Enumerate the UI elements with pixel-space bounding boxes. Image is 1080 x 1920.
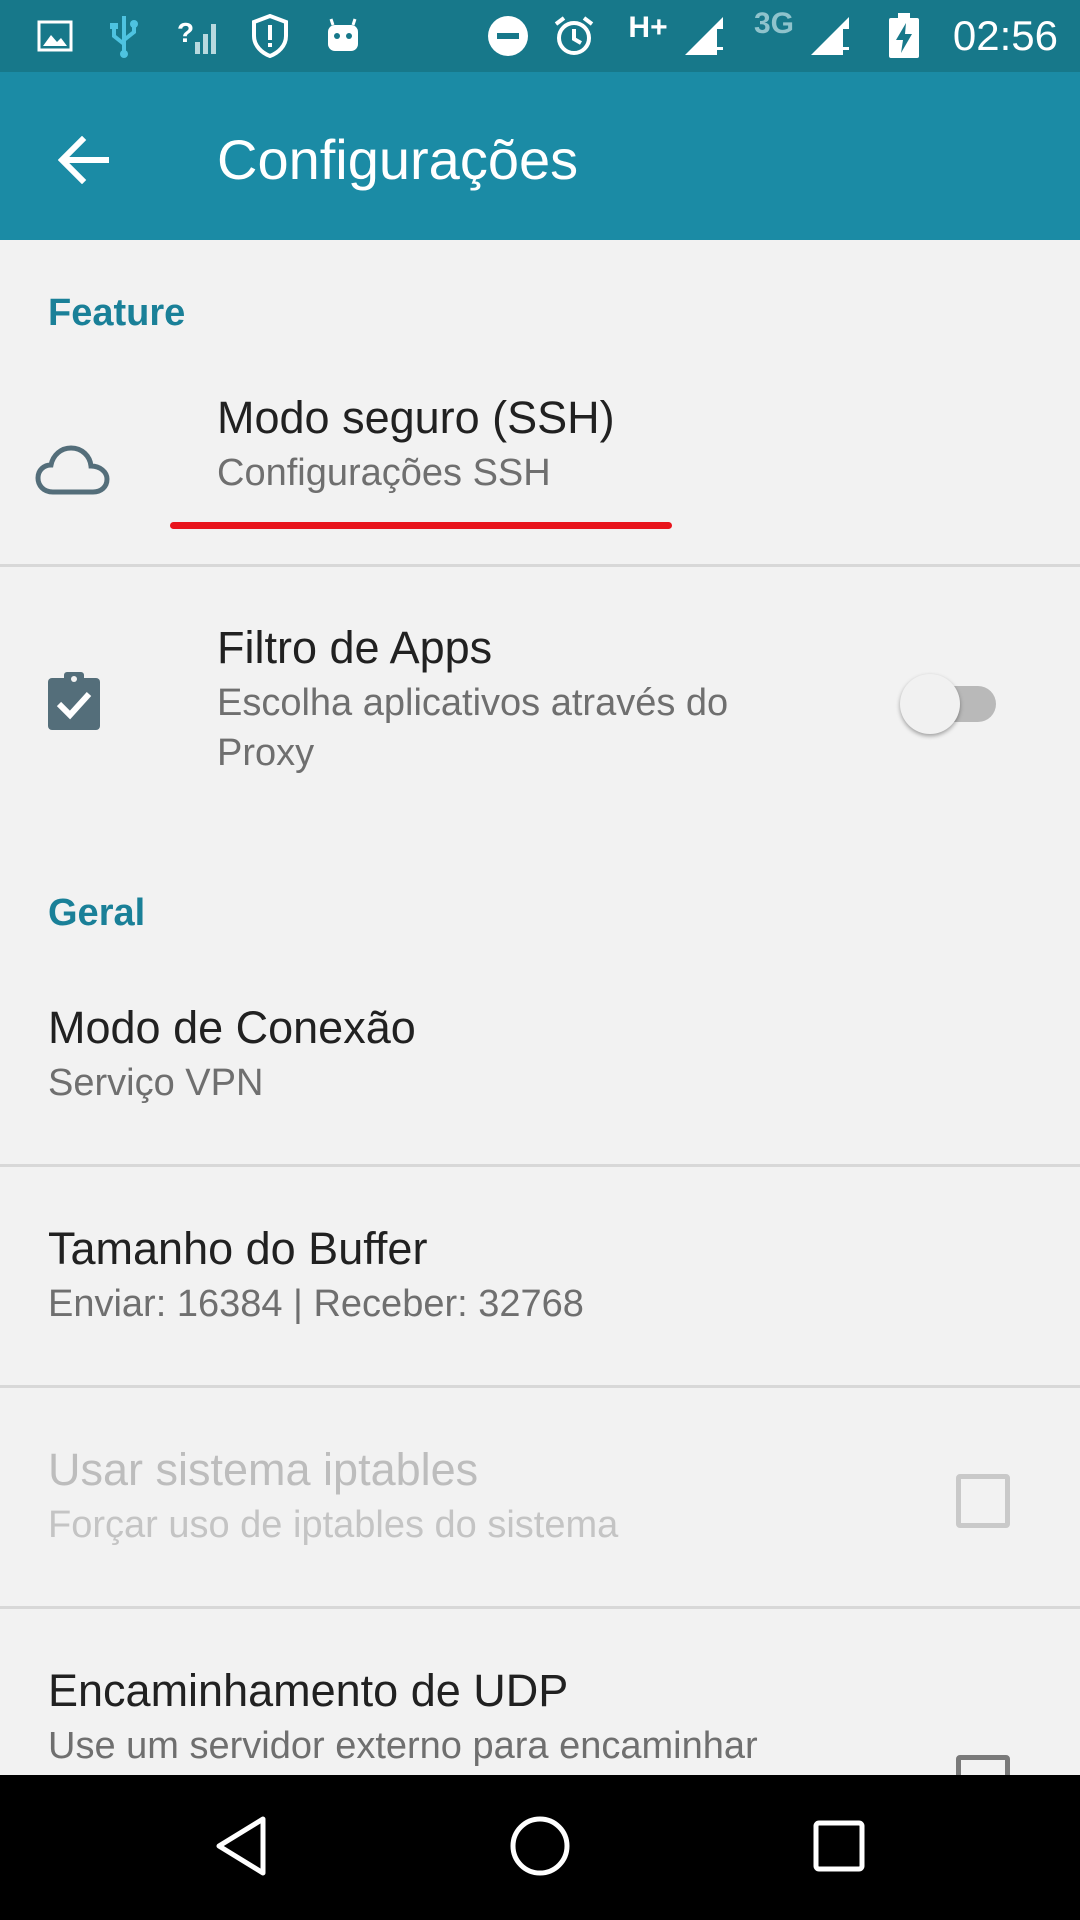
- pref-title: Tamanho do Buffer: [48, 1223, 428, 1274]
- status-bar: ? H+ 3G 02:56: [0, 0, 1080, 72]
- pref-summary: Forçar uso de iptables do sistema: [48, 1504, 619, 1546]
- pref-summary: Escolha aplicativos através do Proxy: [217, 682, 729, 774]
- android-icon: [322, 12, 364, 60]
- udp-forwarding-checkbox[interactable]: [956, 1755, 1010, 1775]
- section-header-general: Geral: [48, 892, 146, 934]
- app-bar: Configurações: [0, 72, 1080, 240]
- divider: [0, 1164, 1080, 1167]
- signal-icon: [808, 12, 856, 60]
- nav-home-button[interactable]: [495, 1803, 585, 1893]
- back-triangle-icon: [213, 1815, 269, 1882]
- nav-recents-button[interactable]: [794, 1803, 884, 1893]
- arrow-back-icon: [57, 135, 110, 189]
- annotation-underline: [170, 522, 672, 529]
- network-type-label-2: 3G: [753, 7, 795, 40]
- back-button[interactable]: [36, 114, 132, 210]
- settings-list[interactable]: Feature Modo seguro (SSH) Configurações …: [0, 240, 1080, 1775]
- divider: [0, 564, 1080, 567]
- pref-connection-mode[interactable]: Modo de Conexão Serviço VPN: [0, 1000, 1080, 1130]
- pref-summary: Use um servidor externo para encaminhar: [48, 1725, 758, 1767]
- signal-icon: [682, 12, 730, 60]
- home-circle-icon: [509, 1815, 571, 1882]
- signal-unknown-icon: ?: [176, 12, 224, 60]
- pref-title: Filtro de Apps: [217, 622, 493, 673]
- divider: [0, 1385, 1080, 1388]
- pref-udp-forwarding[interactable]: Encaminhamento de UDP Use um servidor ex…: [0, 1663, 1080, 1775]
- recents-square-icon: [812, 1819, 866, 1878]
- nav-back-button[interactable]: [196, 1803, 286, 1893]
- network-type-label: H+: [628, 11, 668, 44]
- divider: [0, 1606, 1080, 1609]
- cloud-icon: [34, 440, 112, 500]
- pref-summary: Serviço VPN: [48, 1062, 264, 1104]
- image-icon: [34, 12, 76, 60]
- usb-icon: [104, 12, 144, 60]
- pref-title: Modo seguro (SSH): [217, 392, 615, 443]
- pref-summary: Enviar: 16384 | Receber: 32768: [48, 1283, 584, 1325]
- pref-title: Usar sistema iptables: [48, 1444, 479, 1495]
- svg-text:?: ?: [177, 17, 194, 48]
- pref-app-filter[interactable]: Filtro de Apps Escolha aplicativos atrav…: [0, 620, 1080, 800]
- pref-iptables[interactable]: Usar sistema iptables Forçar uso de ipta…: [0, 1442, 1080, 1572]
- battery-charging-icon: [884, 12, 924, 60]
- section-header-feature: Feature: [48, 292, 186, 334]
- page-title: Configurações: [217, 128, 579, 191]
- pref-title: Modo de Conexão: [48, 1002, 416, 1053]
- do-not-disturb-icon: [484, 12, 532, 60]
- shield-alert-icon: [248, 12, 292, 60]
- alarm-icon: [550, 12, 598, 60]
- clock: 02:56: [952, 12, 1058, 59]
- app-filter-switch[interactable]: [900, 674, 1000, 734]
- navigation-bar: [0, 1775, 1080, 1920]
- pref-summary: Configurações SSH: [217, 452, 551, 494]
- pref-buffer-size[interactable]: Tamanho do Buffer Enviar: 16384 | Recebe…: [0, 1221, 1080, 1351]
- switch-thumb: [900, 674, 960, 734]
- pref-title: Encaminhamento de UDP: [48, 1665, 569, 1716]
- clipboard-check-icon: [44, 668, 104, 734]
- iptables-checkbox[interactable]: [956, 1474, 1010, 1528]
